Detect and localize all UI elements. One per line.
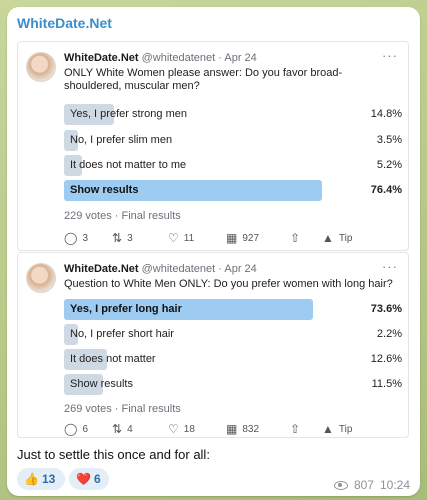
reply-count: 3: [82, 232, 88, 244]
tweet-card-2[interactable]: WhiteDate.Net @whitedatenet · Apr 24 ···…: [17, 252, 409, 438]
heart-icon: ♡: [168, 422, 179, 436]
share-icon: ⇧: [290, 231, 301, 245]
retweet-icon: ⇅: [112, 231, 123, 245]
poll-option-percent: 5.2%: [376, 159, 402, 171]
poll-option-label: Yes, I prefer strong men: [70, 108, 187, 120]
poll-option: Yes, I prefer long hair 73.6%: [64, 299, 402, 320]
poll-option: Show results 76.4%: [64, 180, 402, 201]
reply-icon: ◯: [64, 231, 78, 245]
poll-option: Yes, I prefer strong men 14.8%: [64, 104, 402, 125]
like-count: 11: [183, 232, 195, 244]
poll-option: It does not matter 12.6%: [64, 349, 402, 370]
tweet-header: WhiteDate.Net @whitedatenet · Apr 24: [64, 52, 257, 64]
retweet-icon: ⇅: [112, 422, 123, 436]
poll-option-percent: 3.5%: [376, 134, 402, 146]
reaction-heart[interactable]: ❤️ 6: [69, 468, 109, 490]
poll-option-percent: 2.2%: [376, 328, 402, 340]
share-button[interactable]: ⇧: [290, 232, 300, 244]
reply-button[interactable]: ◯ 6: [64, 423, 88, 435]
reply-count: 6: [82, 423, 88, 435]
poll-votes: 269 votes · Final results: [64, 403, 181, 415]
retweet-button[interactable]: ⇅ 3: [112, 232, 133, 244]
share-icon: ⇧: [290, 422, 301, 436]
avatar[interactable]: [26, 263, 56, 293]
avatar[interactable]: [26, 52, 56, 82]
channel-name[interactable]: WhiteDate.Net: [17, 15, 112, 31]
tweet-date: Apr 24: [224, 52, 257, 64]
poll-option-label: Yes, I prefer long hair: [70, 303, 182, 315]
message-caption: Just to settle this once and for all:: [17, 447, 210, 462]
tip-button[interactable]: ▲ Tip: [322, 423, 352, 435]
tweet-author[interactable]: WhiteDate.Net: [64, 263, 139, 275]
message-bubble: WhiteDate.Net WhiteDate.Net @whitedatene…: [7, 7, 420, 496]
poll-option-label: Show results: [70, 184, 139, 196]
more-options-icon[interactable]: ···: [382, 259, 398, 274]
tip-button[interactable]: ▲ Tip: [322, 232, 352, 244]
retweet-count: 3: [127, 232, 133, 244]
poll-option: No, I prefer short hair 2.2%: [64, 324, 402, 345]
retweet-count: 4: [127, 423, 133, 435]
tweet-actions: ◯ 3 ⇅ 3 ♡ 11 ▦ 927 ⇧ ▲ Tip: [64, 232, 364, 248]
tweet-header: WhiteDate.Net @whitedatenet · Apr 24: [64, 263, 257, 275]
poll-option: It does not matter to me 5.2%: [64, 155, 402, 176]
poll-option-label: No, I prefer slim men: [70, 134, 173, 146]
like-button[interactable]: ♡ 11: [168, 232, 194, 244]
poll-option-label: It does not matter: [70, 353, 156, 365]
message-time: 10:24: [379, 478, 410, 492]
like-count: 18: [183, 423, 195, 435]
tip-icon: ▲: [322, 231, 334, 245]
poll-option-label: Show results: [70, 378, 133, 390]
tweet-author[interactable]: WhiteDate.Net: [64, 52, 139, 64]
views-count: 832: [242, 423, 260, 435]
tweet-handle: @whitedatenet: [141, 52, 216, 64]
poll-option-label: No, I prefer short hair: [70, 328, 174, 340]
poll-votes: 229 votes · Final results: [64, 210, 181, 222]
reply-button[interactable]: ◯ 3: [64, 232, 88, 244]
views-button[interactable]: ▦ 927: [226, 232, 259, 244]
more-options-icon[interactable]: ···: [382, 48, 398, 63]
poll-option-label: It does not matter to me: [70, 159, 187, 171]
view-count: 807: [353, 478, 374, 492]
tweet-date-sep: ·: [218, 263, 222, 275]
reaction-count: 13: [41, 472, 56, 486]
poll-option: No, I prefer slim men 3.5%: [64, 130, 402, 151]
poll-question: Question to White Men ONLY: Do you prefe…: [64, 278, 393, 290]
poll-option-percent: 11.5%: [371, 378, 402, 390]
retweet-button[interactable]: ⇅ 4: [112, 423, 133, 435]
eye-icon: [333, 480, 348, 490]
reaction-count: 6: [93, 472, 101, 486]
message-footer: 807 10:24: [333, 478, 410, 492]
views-count: 927: [242, 232, 260, 244]
tip-label: Tip: [338, 423, 353, 435]
views-button[interactable]: ▦ 832: [226, 423, 259, 435]
poll-option-percent: 14.8%: [370, 108, 402, 120]
thumbs-up-icon: 👍: [24, 472, 39, 486]
tweet-actions: ◯ 6 ⇅ 4 ♡ 18 ▦ 832 ⇧ ▲ Tip: [64, 423, 364, 439]
tweet-handle: @whitedatenet: [141, 263, 216, 275]
tweet-date: Apr 24: [224, 263, 257, 275]
heart-icon: ♡: [168, 231, 179, 245]
reply-icon: ◯: [64, 422, 78, 436]
reaction-thumbs-up[interactable]: 👍 13: [17, 468, 65, 490]
bar-chart-icon: ▦: [226, 422, 238, 436]
heart-emoji-icon: ❤️: [76, 472, 91, 486]
tip-icon: ▲: [322, 422, 334, 436]
poll-option-percent: 76.4%: [370, 184, 402, 196]
poll-option-percent: 73.6%: [370, 303, 402, 315]
bar-chart-icon: ▦: [226, 231, 238, 245]
tweet-date-sep: ·: [218, 52, 222, 64]
poll-option: Show results 11.5%: [64, 374, 402, 395]
poll-question: ONLY White Women please answer: Do you f…: [64, 67, 343, 92]
poll-option-percent: 12.6%: [370, 353, 402, 365]
share-button[interactable]: ⇧: [290, 423, 300, 435]
tweet-card-1[interactable]: WhiteDate.Net @whitedatenet · Apr 24 ···…: [17, 41, 409, 251]
like-button[interactable]: ♡ 18: [168, 423, 195, 435]
tip-label: Tip: [338, 232, 353, 244]
